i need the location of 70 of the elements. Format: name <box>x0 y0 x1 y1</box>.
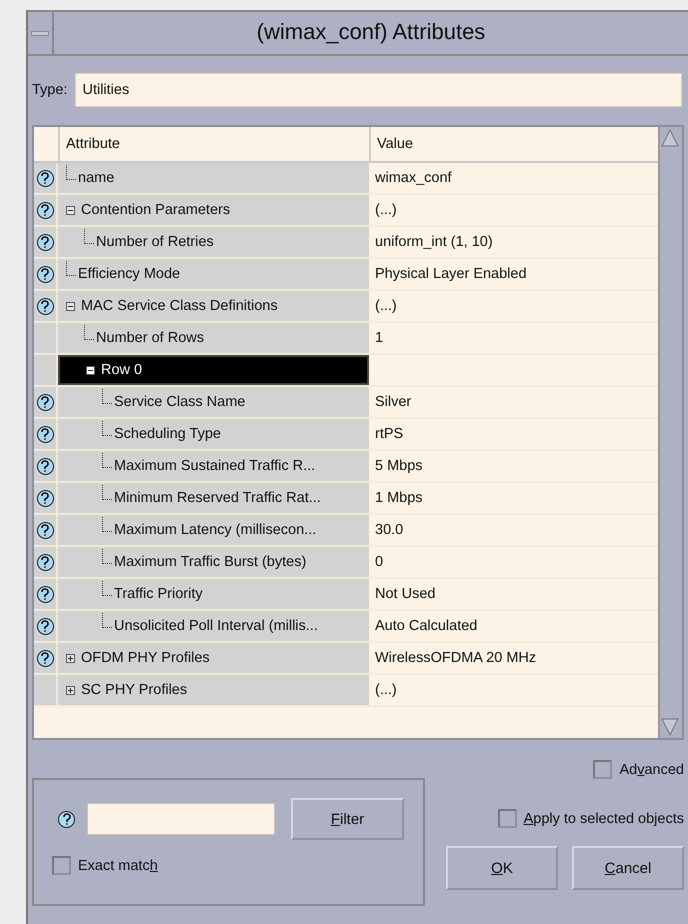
value-cell[interactable]: rtPS <box>369 419 658 449</box>
checkbox[interactable] <box>52 856 71 875</box>
help-icon[interactable] <box>36 394 54 410</box>
type-label: Type: <box>32 82 68 98</box>
value-cell[interactable]: (...) <box>369 675 658 705</box>
filter-input[interactable] <box>87 803 275 835</box>
tree-item[interactable]: Scheduling Type <box>58 419 369 449</box>
filter-button[interactable]: Filter <box>291 798 404 840</box>
scrollbar[interactable] <box>658 127 682 738</box>
help-icon[interactable] <box>36 170 54 186</box>
tree-item[interactable]: Row 0 <box>58 355 369 385</box>
help-icon[interactable] <box>36 650 54 666</box>
value-cell[interactable]: 1 Mbps <box>369 483 658 513</box>
help-icon[interactable] <box>36 618 54 634</box>
help-icon[interactable] <box>36 458 54 474</box>
help-icon[interactable] <box>36 298 54 314</box>
expand-icon[interactable] <box>66 654 75 662</box>
help-icon[interactable] <box>36 234 54 250</box>
tree-item[interactable]: Contention Parameters <box>58 195 369 225</box>
dialog-button[interactable]: Cancel <box>572 846 684 890</box>
value-cell[interactable]: wimax_conf <box>369 163 658 193</box>
collapse-icon[interactable] <box>86 366 95 374</box>
value-cell[interactable]: 0 <box>369 547 658 577</box>
tree-item[interactable]: MAC Service Class Definitions <box>58 291 369 321</box>
value-cell[interactable]: Silver <box>369 387 658 417</box>
dialog-button[interactable]: OK <box>446 846 558 890</box>
tree-item[interactable]: Service Class Name <box>58 387 369 417</box>
value-cell[interactable]: Not Used <box>369 579 658 609</box>
scroll-up-icon[interactable] <box>660 127 680 149</box>
tree-item[interactable]: Maximum Latency (millisecon... <box>58 515 369 545</box>
help-icon[interactable] <box>58 810 75 828</box>
value-cell[interactable]: (...) <box>369 291 658 321</box>
value-cell[interactable]: 30.0 <box>369 515 658 545</box>
value-cell[interactable]: uniform_int (1, 10) <box>369 227 658 257</box>
tree-item[interactable]: Minimum Reserved Traffic Rat... <box>58 483 369 513</box>
expand-icon[interactable] <box>66 686 75 694</box>
tree-item[interactable]: OFDM PHY Profiles <box>58 643 369 673</box>
column-header: Attribute <box>58 127 369 161</box>
collapse-icon[interactable] <box>66 302 75 310</box>
tree-item[interactable]: Maximum Traffic Burst (bytes) <box>58 547 369 577</box>
scroll-down-icon[interactable] <box>660 716 680 738</box>
help-icon[interactable] <box>36 426 54 442</box>
collapse-icon[interactable] <box>66 206 75 214</box>
value-cell[interactable]: 1 <box>369 323 658 353</box>
tree-item[interactable]: Maximum Sustained Traffic R... <box>58 451 369 481</box>
help-icon[interactable] <box>36 586 54 602</box>
help-icon[interactable] <box>36 202 54 218</box>
tree-item[interactable]: Traffic Priority <box>58 579 369 609</box>
value-cell[interactable]: 5 Mbps <box>369 451 658 481</box>
value-cell[interactable]: Physical Layer Enabled <box>369 259 658 289</box>
checkbox[interactable] <box>498 809 517 828</box>
checkbox-label: Apply to selected objects <box>524 810 684 826</box>
checkbox-label: Advanced <box>619 762 684 778</box>
window-title: (wimax_conf) Attributes <box>256 18 486 46</box>
checkbox-label: Exact match <box>78 858 158 874</box>
checkbox[interactable] <box>593 760 612 779</box>
help-icon[interactable] <box>36 522 54 538</box>
tree-item[interactable]: SC PHY Profiles <box>58 675 369 705</box>
help-icon[interactable] <box>36 266 54 282</box>
tree-item[interactable]: Number of Rows <box>58 323 369 353</box>
help-icon[interactable] <box>36 490 54 506</box>
value-cell[interactable]: Auto Calculated <box>369 611 658 641</box>
tree-item[interactable]: Unsolicited Poll Interval (millis... <box>58 611 369 641</box>
help-icon[interactable] <box>36 554 54 570</box>
type-field: Utilities <box>75 73 682 107</box>
tree-item[interactable]: Efficiency Mode <box>58 259 369 289</box>
value-cell[interactable]: (...) <box>369 195 658 225</box>
tree-item[interactable]: Number of Retries <box>58 227 369 257</box>
tree-item[interactable]: name <box>58 163 369 193</box>
value-cell[interactable]: WirelessOFDMA 20 MHz <box>369 643 658 673</box>
